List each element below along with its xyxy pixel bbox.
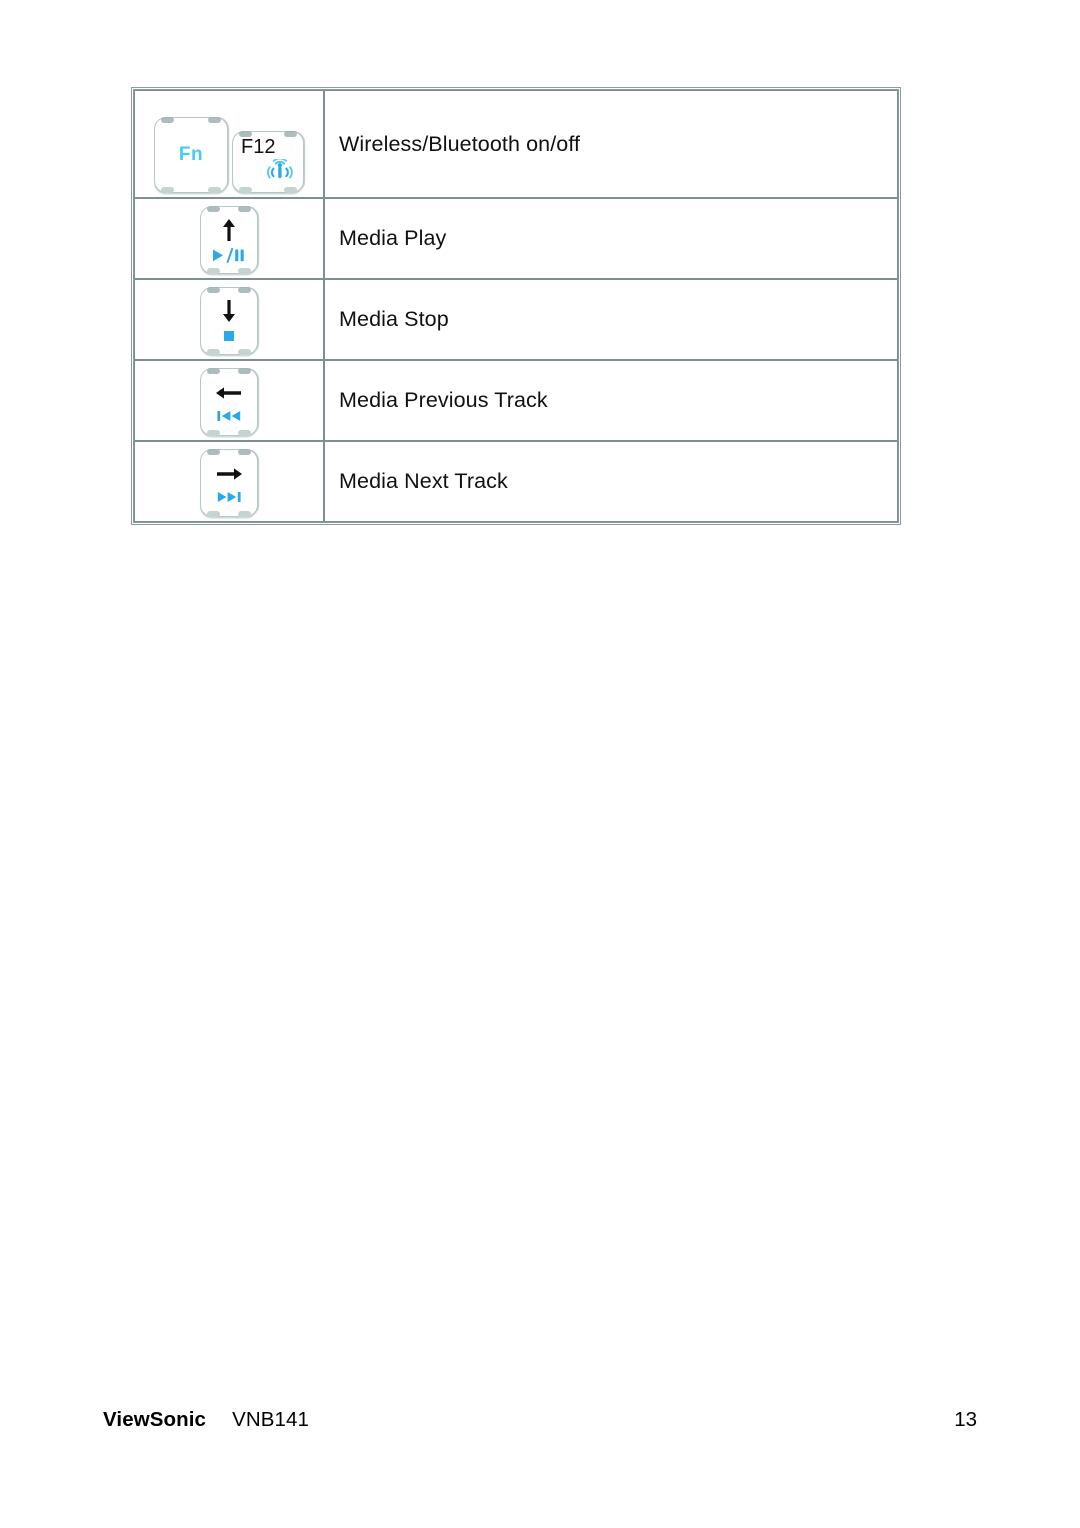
- table-row: Media Previous Track: [134, 360, 898, 441]
- function-description: Media Next Track: [339, 469, 508, 494]
- fn-key[interactable]: Fn: [154, 117, 228, 193]
- key-group: [135, 199, 323, 278]
- function-description: Media Previous Track: [339, 388, 548, 413]
- table-row: Media Stop: [134, 279, 898, 360]
- keycap-bottom-right-accent: [208, 187, 221, 193]
- keycap-bottom-left-accent: [207, 430, 220, 436]
- function-description-cell: Media Play: [324, 198, 898, 279]
- footer-page-number: 13: [954, 1408, 977, 1431]
- keyboard-shortcuts-table-wrapper: Fn F12 Wireless/Bluetooth on/off Media P…: [131, 87, 901, 525]
- keycap-bottom-right-accent: [238, 268, 251, 274]
- media-next-track-icon: [214, 490, 244, 504]
- table-row: Fn F12 Wireless/Bluetooth on/off: [134, 90, 898, 198]
- key-group: [135, 280, 323, 359]
- media-previous-track-icon: [214, 409, 244, 423]
- media-play-pause-icon: [211, 247, 247, 263]
- function-description-cell: Media Stop: [324, 279, 898, 360]
- key-combination-cell: [134, 360, 324, 441]
- function-description-cell: Wireless/Bluetooth on/off: [324, 90, 898, 198]
- keycap-bottom-left-accent: [207, 349, 220, 355]
- key-combination-cell: [134, 198, 324, 279]
- wireless-broadcast-icon: [265, 157, 295, 181]
- table-row: Media Next Track: [134, 441, 898, 522]
- arrow-left-icon: [214, 382, 244, 404]
- key-combination-cell: Fn F12: [134, 90, 324, 198]
- arrow-right-key[interactable]: [200, 449, 258, 517]
- function-description-cell: Media Previous Track: [324, 360, 898, 441]
- document-page: Fn F12 Wireless/Bluetooth on/off Media P…: [0, 0, 1080, 1528]
- key-group: Fn F12: [135, 91, 323, 197]
- f12-key[interactable]: F12: [232, 131, 304, 193]
- keycap-bottom-right-accent: [284, 187, 297, 193]
- page-footer: ViewSonic VNB141 13: [103, 1408, 977, 1432]
- keycap-bottom-left-accent: [161, 187, 174, 193]
- fn-key-label: Fn: [178, 144, 204, 165]
- keycap-bottom-left-accent: [207, 268, 220, 274]
- keycap-bottom-right-accent: [238, 430, 251, 436]
- key-group: [135, 442, 323, 521]
- function-description: Media Play: [339, 226, 447, 251]
- function-description: Wireless/Bluetooth on/off: [339, 131, 581, 156]
- keycap-bottom-right-accent: [238, 349, 251, 355]
- function-description: Media Stop: [339, 307, 449, 332]
- f12-key-label: F12: [241, 136, 276, 158]
- keycap-bottom-right-accent: [238, 511, 251, 517]
- key-combination-cell: [134, 279, 324, 360]
- arrow-down-icon: [218, 298, 240, 324]
- key-combination-cell: [134, 441, 324, 522]
- footer-brand: ViewSonic: [103, 1408, 207, 1431]
- key-group: [135, 361, 323, 440]
- arrow-up-key[interactable]: [200, 206, 258, 274]
- table-row: Media Play: [134, 198, 898, 279]
- arrow-down-key[interactable]: [200, 287, 258, 355]
- keycap-bottom-left-accent: [207, 511, 220, 517]
- footer-model: VNB141: [232, 1408, 310, 1431]
- arrow-right-icon: [214, 463, 244, 485]
- keycap-bottom-left-accent: [239, 187, 252, 193]
- arrow-left-key[interactable]: [200, 368, 258, 436]
- keyboard-shortcuts-table: Fn F12 Wireless/Bluetooth on/off Media P…: [131, 87, 901, 525]
- arrow-up-icon: [218, 217, 240, 243]
- media-stop-icon: [220, 329, 238, 344]
- function-description-cell: Media Next Track: [324, 441, 898, 522]
